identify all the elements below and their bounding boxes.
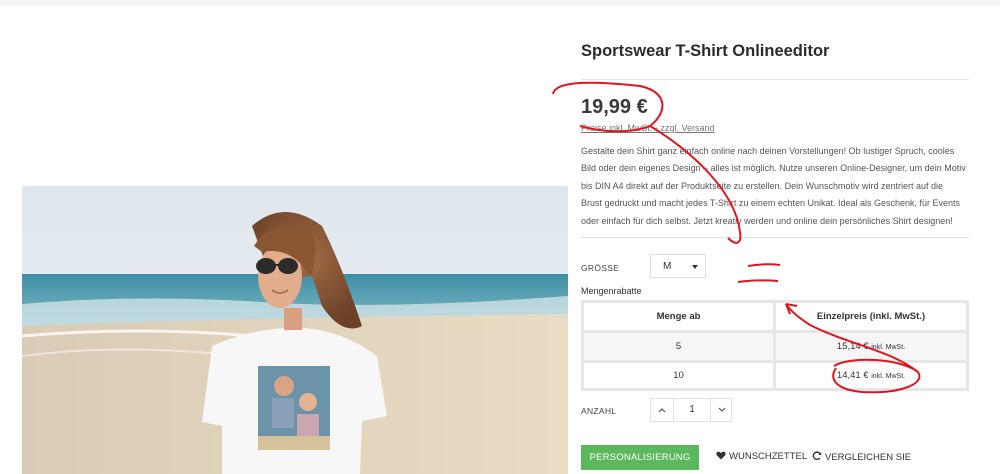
product-photo-illustration [22, 186, 568, 474]
quantity-input[interactable]: 1 [673, 399, 711, 421]
table-header-row: Menge ab Einzelpreis (inkl. MwSt.) [584, 303, 966, 330]
quantity-label: ANZAHL [581, 406, 617, 416]
chevron-down-icon [718, 407, 726, 412]
row-price: 15,14 € inkl. MwSt. [776, 333, 966, 360]
row-price: 14,41 € inkl. MwSt. [776, 363, 966, 388]
row-quantity: 5 [584, 333, 773, 360]
bulk-discount-label: Mengenrabatte [581, 286, 642, 296]
row-quantity: 10 [584, 363, 773, 388]
wishlist-link[interactable]: WUNSCHZETTEL [716, 451, 807, 462]
compare-link[interactable]: VERGLEICHEN SIE [812, 451, 911, 463]
quantity-stepper: 1 [650, 398, 732, 422]
header-quantity: Menge ab [584, 303, 773, 330]
bulk-discount-table: Menge ab Einzelpreis (inkl. MwSt.) 5 15,… [581, 300, 969, 391]
quantity-decrement-button[interactable] [651, 399, 673, 421]
top-bar [0, 0, 1000, 6]
product-title: Sportswear T-Shirt Onlineeditor [581, 42, 830, 60]
product-price: 19,99 € [581, 96, 648, 118]
table-row: 5 15,14 € inkl. MwSt. [584, 333, 966, 360]
chevron-up-icon [658, 408, 666, 413]
table-row: 10 14,41 € inkl. MwSt. [584, 363, 966, 388]
dash-mark [747, 263, 781, 267]
product-description: Gestalte dein Shirt ganz einfach online … [581, 146, 966, 226]
size-selected-value: M [663, 261, 672, 272]
size-select[interactable]: M [650, 254, 706, 278]
size-label: GRÖSSE [581, 263, 620, 273]
divider [581, 79, 969, 80]
heart-icon [716, 451, 726, 460]
refresh-icon [812, 451, 822, 461]
header-unit-price: Einzelpreis (inkl. MwSt.) [776, 303, 966, 330]
caret-down-icon [692, 265, 698, 269]
price-note-link[interactable]: Preise inkl. MwSt. - zzgl. Versand [581, 123, 715, 133]
product-image[interactable] [22, 186, 568, 474]
divider [581, 237, 969, 238]
personalize-button[interactable]: PERSONALISIERUNG [581, 445, 699, 470]
quantity-increment-button[interactable] [711, 399, 733, 421]
dash-mark [737, 279, 779, 283]
